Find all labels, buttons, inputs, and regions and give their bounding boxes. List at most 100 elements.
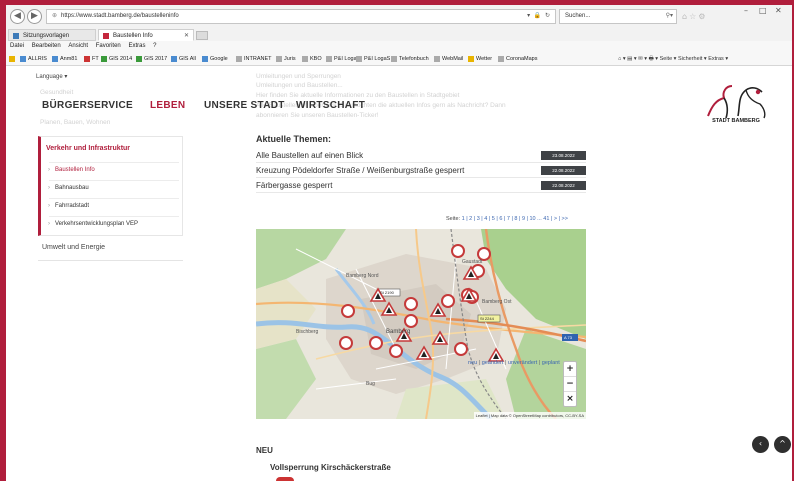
map-attribution[interactable]: Leaflet | Map data © OpenStreetMap contr… xyxy=(473,412,586,419)
topic-title[interactable]: Färbergasse gesperrt xyxy=(256,181,332,190)
fav-item[interactable]: Wetter xyxy=(468,52,492,65)
map-canvas[interactable] xyxy=(256,229,586,419)
sidebar-item-vep[interactable]: Verkehrsentwicklungsplan VEP xyxy=(48,221,138,227)
nav-unsere-stadt[interactable]: UNSERE STADT xyxy=(204,100,285,111)
sidebar-item-baustellen-info[interactable]: Baustellen Info xyxy=(48,167,95,173)
sidebar-card: Verkehr und Infrastruktur Baustellen Inf… xyxy=(38,136,183,236)
construction-icon xyxy=(276,477,294,481)
fav-item[interactable]: Anm81 xyxy=(52,52,77,65)
pager-label: Seite: xyxy=(446,216,461,222)
zoom-in-button[interactable]: + xyxy=(564,362,576,377)
filter-geaendert[interactable]: geändert xyxy=(482,360,504,366)
fav-item[interactable]: INTRANET xyxy=(236,52,272,65)
new-tab-button[interactable] xyxy=(196,31,208,40)
tab-label: Baustellen Info xyxy=(113,33,153,39)
map-label: Bamberg xyxy=(386,329,411,335)
nav-buergerservice[interactable]: BÜRGERSERVICE xyxy=(42,100,133,111)
map-zoom-control: + − × xyxy=(563,361,577,407)
menu-help[interactable]: ? xyxy=(153,43,156,49)
divider xyxy=(49,216,179,217)
fav-item[interactable]: P&I Loga xyxy=(326,52,357,65)
divider xyxy=(49,180,179,181)
fav-item[interactable]: GIS 2017 xyxy=(136,52,167,65)
tab-sitzungsvorlagen[interactable]: Sitzungsvorlagen xyxy=(8,29,96,41)
fav-item[interactable]: GIS All xyxy=(171,52,196,65)
minimize-icon[interactable]: – xyxy=(744,6,748,15)
road-badge: St 2190 xyxy=(380,290,394,295)
tab-baustellen-info[interactable]: Baustellen Info ✕ xyxy=(98,29,194,41)
topic-title[interactable]: Kreuzung Pödeldorfer Straße / Weißenburg… xyxy=(256,166,464,175)
logo-text: STADT BAMBERG xyxy=(712,118,760,124)
maximize-icon[interactable]: □ xyxy=(759,6,767,15)
fav-item[interactable]: Juris xyxy=(276,52,296,65)
topic-row[interactable]: Alle Baustellen auf einen Blick 23.08.20… xyxy=(256,149,586,163)
url-field[interactable]: ⊕ https://www.stadt.bamberg.de/baustelle… xyxy=(46,9,556,24)
back-icon[interactable]: ◀ xyxy=(10,9,25,24)
menu-ansicht[interactable]: Ansicht xyxy=(68,43,88,49)
zoom-out-button[interactable]: − xyxy=(564,377,576,392)
fav-item[interactable]: CoronaMaps xyxy=(498,52,538,65)
fav-item[interactable]: KBO xyxy=(302,52,322,65)
pagination[interactable]: Seite: 1 | 2 | 3 | 4 | 5 | 6 | 7 | 8 | 9… xyxy=(446,216,568,222)
scroll-up-icon[interactable]: ‹ xyxy=(752,436,769,453)
lock-icon: ⊕ xyxy=(52,13,58,19)
search-input[interactable]: Suchen... ⚲▾ xyxy=(559,9,677,24)
new-item-title[interactable]: Vollsperrung Kirschäckerstraße xyxy=(270,463,391,472)
fav-item[interactable]: GIS 2014 xyxy=(101,52,132,65)
refresh-icon[interactable]: ▾ 🔒 ↻ xyxy=(527,10,551,23)
divider xyxy=(49,162,179,163)
menu-extras[interactable]: Extras xyxy=(128,43,145,49)
search-placeholder: Suchen... xyxy=(565,13,591,19)
tab-favicon-icon xyxy=(13,33,19,39)
topic-title[interactable]: Alle Baustellen auf einen Blick xyxy=(256,151,363,160)
menu-favoriten[interactable]: Favoriten xyxy=(96,43,121,49)
map-label: Bamberg Nord xyxy=(346,273,379,279)
menu-bearbeiten[interactable]: Bearbeiten xyxy=(32,43,61,49)
nav-leben[interactable]: LEBEN xyxy=(150,100,185,111)
filter-geplant[interactable]: geplant xyxy=(542,360,560,366)
pager-pages[interactable]: 1 | 2 | 3 | 4 | 5 | 6 | 7 | 8 | 9 | 10 .… xyxy=(462,216,568,222)
fav-item[interactable]: Telefonbuch xyxy=(391,52,429,65)
sidebar-item-bahnausbau[interactable]: Bahnausbau xyxy=(48,185,89,191)
ghost-text: Hier finden Sie aktuelle Informationen z… xyxy=(256,92,460,99)
fav-item[interactable]: Google xyxy=(202,52,228,65)
filter-neu[interactable]: neu xyxy=(468,360,477,366)
url-text: https://www.stadt.bamberg.de/baustelleni… xyxy=(61,13,179,19)
home-star-gear-icons[interactable]: ⌂☆⚙ xyxy=(682,12,707,21)
map-close-button[interactable]: × xyxy=(564,392,576,407)
ghost-text: Planen, Bauen, Wohnen xyxy=(40,119,111,126)
fav-item[interactable]: P&I LogaS xyxy=(356,52,390,65)
sidebar-title[interactable]: Verkehr und Infrastruktur xyxy=(46,145,130,152)
map-label: Gaustadt xyxy=(462,259,483,265)
address-bar: ◀ ▶ ⊕ https://www.stadt.bamberg.de/baust… xyxy=(6,5,792,29)
section-title: Aktuelle Themen: xyxy=(256,134,332,144)
filter-unveraendert[interactable]: unverändert xyxy=(508,360,537,366)
divider xyxy=(38,260,183,261)
fav-item[interactable]: FT xyxy=(84,52,99,65)
menu-bar: Datei Bearbeiten Ansicht Favoriten Extra… xyxy=(6,41,792,52)
topic-row[interactable]: Färbergasse gesperrt 22.08.2022 xyxy=(256,179,586,193)
favorites-bar: ALLRIS Anm81 FT GIS 2014 GIS 2017 GIS Al… xyxy=(6,52,792,66)
topic-row[interactable]: Kreuzung Pödeldorfer Straße / Weißenburg… xyxy=(256,164,586,178)
sidebar-item-fahrradstadt[interactable]: Fahrradstadt xyxy=(48,203,89,209)
favorites-star-icon[interactable] xyxy=(9,52,17,65)
sidebar-item-umwelt[interactable]: Umwelt und Energie xyxy=(42,244,105,251)
close-icon[interactable]: ✕ xyxy=(775,6,782,15)
nav-wirtschaft[interactable]: WIRTSCHAFT xyxy=(296,100,365,111)
fav-item[interactable]: WebMail xyxy=(434,52,463,65)
marker-filter: neu | geändert | unverändert | geplant xyxy=(468,360,560,366)
menu-datei[interactable]: Datei xyxy=(10,43,24,49)
map-label: Bamberg Ost xyxy=(482,299,512,305)
web-page: Language ▾ Gesundheit Planen, Bauen, Woh… xyxy=(6,66,792,481)
command-bar[interactable]: ⌂ ▾ ▤ ▾ ✉ ▾ 🖶 ▾ Seite ▾ Sicherheit ▾ Ext… xyxy=(618,52,728,65)
tab-favicon-icon xyxy=(103,33,109,39)
baustellen-map[interactable]: Bamberg Nord Gaustadt Bamberg Bamberg Os… xyxy=(256,229,586,419)
search-icon[interactable]: ⚲▾ xyxy=(666,10,673,23)
forward-icon[interactable]: ▶ xyxy=(27,9,42,24)
language-selector[interactable]: Language ▾ xyxy=(36,73,67,80)
topic-date-badge: 22.08.2022 xyxy=(541,181,586,190)
scroll-down-icon[interactable]: ^ xyxy=(774,436,791,453)
fav-item[interactable]: ALLRIS xyxy=(20,52,47,65)
new-heading: NEU xyxy=(256,446,273,455)
tab-label: Sitzungsvorlagen xyxy=(23,33,70,39)
